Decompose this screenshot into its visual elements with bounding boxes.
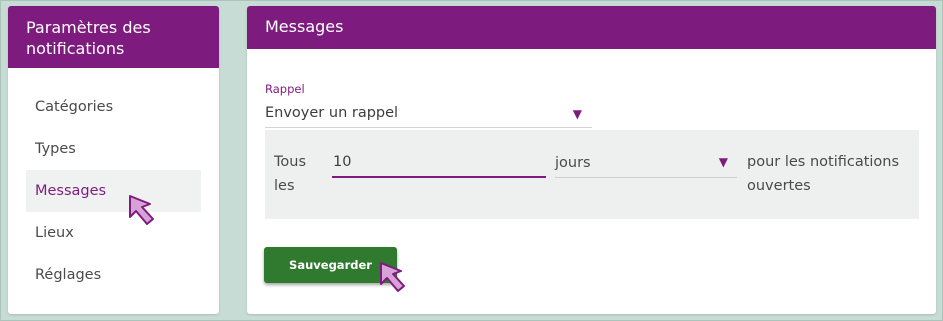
- sidebar-item-label: Lieux: [35, 225, 74, 241]
- sidebar-item-messages[interactable]: Messages: [26, 170, 201, 212]
- sidebar-item-label: Réglages: [35, 267, 102, 283]
- save-button[interactable]: Sauvegarder: [264, 247, 397, 283]
- settings-sidebar: Paramètres des notifications Catégories …: [8, 6, 219, 314]
- rappel-select-value: Envoyer un rappel: [265, 104, 399, 121]
- sidebar-item-categories[interactable]: Catégories: [26, 86, 201, 128]
- unit-select[interactable]: jours ▼: [555, 148, 737, 178]
- repeat-settings: Tous les jours ▼ pour les notifications …: [265, 130, 919, 219]
- sidebar-item-label: Types: [35, 141, 76, 157]
- repeat-prefix: Tous les: [274, 154, 307, 194]
- sidebar-item-reglages[interactable]: Réglages: [26, 254, 201, 296]
- rappel-select[interactable]: Envoyer un rappel ▼: [265, 98, 592, 128]
- sidebar-nav: Catégories Types Messages Lieux Réglages: [8, 68, 219, 296]
- unit-select-value: jours: [555, 154, 591, 171]
- chevron-down-icon: ▼: [572, 107, 582, 121]
- sidebar-title: Paramètres des notifications: [8, 6, 219, 68]
- rappel-label: Rappel: [265, 82, 305, 96]
- sidebar-item-label: Catégories: [35, 99, 114, 115]
- sidebar-item-types[interactable]: Types: [26, 128, 201, 170]
- days-input[interactable]: [332, 148, 546, 178]
- sidebar-item-label: Messages: [35, 183, 107, 199]
- messages-panel: Messages Rappel Envoyer un rappel ▼ Tous…: [247, 6, 936, 314]
- sidebar-item-lieux[interactable]: Lieux: [26, 212, 201, 254]
- repeat-suffix: pour les notifications ouvertes: [747, 154, 900, 194]
- panel-title: Messages: [247, 6, 936, 49]
- chevron-down-icon: ▼: [718, 155, 728, 169]
